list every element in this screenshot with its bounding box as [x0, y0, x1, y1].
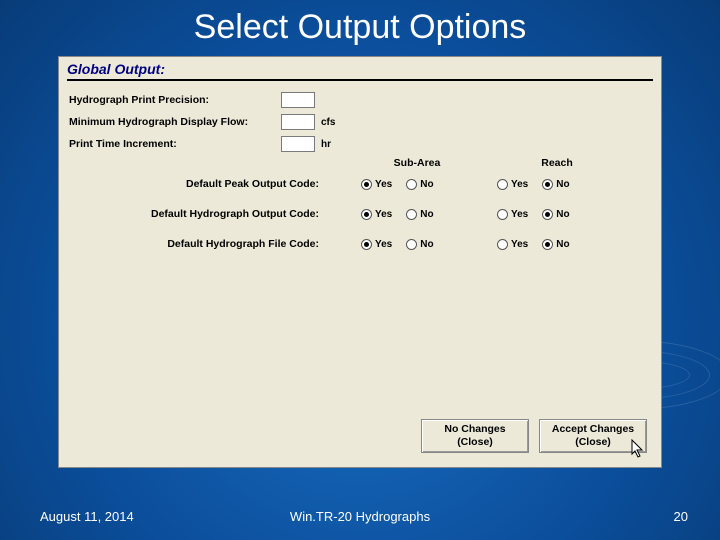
unit-time-inc: hr: [315, 139, 355, 150]
subarea-hydro-out-no[interactable]: No: [406, 209, 433, 220]
radio-icon: [542, 239, 553, 250]
input-min-flow[interactable]: [281, 114, 315, 130]
radio-icon: [406, 209, 417, 220]
reach-hydro-file-no[interactable]: No: [542, 239, 569, 250]
radio-icon: [361, 209, 372, 220]
subarea-hydro-out-yes[interactable]: Yes: [361, 209, 392, 220]
subarea-hydro-file-yes[interactable]: Yes: [361, 239, 392, 250]
row-peak-output-code: Default Peak Output Code: Yes No Yes No: [69, 169, 651, 199]
row-hydrograph-output-code: Default Hydrograph Output Code: Yes No Y…: [69, 199, 651, 229]
label-hydrograph-file-code: Default Hydrograph File Code:: [69, 238, 347, 250]
radio-icon: [406, 179, 417, 190]
radio-icon: [542, 179, 553, 190]
footer-page-number: 20: [674, 509, 688, 524]
label-peak-output-code: Default Peak Output Code:: [69, 178, 347, 190]
row-hydrograph-file-code: Default Hydrograph File Code: Yes No Yes…: [69, 229, 651, 259]
reach-hydro-out-group: Yes No: [487, 209, 627, 220]
subarea-hydro-out-group: Yes No: [347, 209, 487, 220]
label-min-flow: Minimum Hydrograph Display Flow:: [69, 116, 281, 128]
reach-hydro-file-yes[interactable]: Yes: [497, 239, 528, 250]
label-precision: Hydrograph Print Precision:: [69, 94, 281, 106]
page-title: Select Output Options: [0, 8, 720, 47]
reach-peak-no[interactable]: No: [542, 179, 569, 190]
row-min-flow: Minimum Hydrograph Display Flow: cfs: [69, 111, 651, 133]
section-title: Global Output:: [59, 57, 661, 79]
radio-icon: [497, 209, 508, 220]
footer-title: Win.TR-20 Hydrographs: [0, 509, 720, 524]
input-time-inc[interactable]: [281, 136, 315, 152]
unit-min-flow: cfs: [315, 117, 355, 128]
form-area: Hydrograph Print Precision: Minimum Hydr…: [59, 89, 661, 259]
no-changes-button[interactable]: No Changes (Close): [421, 419, 529, 453]
section-divider: [67, 79, 653, 81]
input-precision[interactable]: [281, 92, 315, 108]
radio-icon: [542, 209, 553, 220]
subarea-hydro-file-no[interactable]: No: [406, 239, 433, 250]
radio-icon: [361, 179, 372, 190]
label-hydrograph-output-code: Default Hydrograph Output Code:: [69, 208, 347, 220]
radio-icon: [497, 239, 508, 250]
slide-root: Select Output Options Global Output: Hyd…: [0, 0, 720, 540]
accept-changes-button[interactable]: Accept Changes (Close): [539, 419, 647, 453]
reach-peak-yes[interactable]: Yes: [497, 179, 528, 190]
column-headers: Sub-Area Reach: [69, 155, 651, 169]
label-time-inc: Print Time Increment:: [69, 138, 281, 150]
subarea-peak-no[interactable]: No: [406, 179, 433, 190]
dialog-button-bar: No Changes (Close) Accept Changes (Close…: [421, 419, 647, 453]
subarea-hydro-file-group: Yes No: [347, 239, 487, 250]
radio-icon: [497, 179, 508, 190]
subarea-peak-yes[interactable]: Yes: [361, 179, 392, 190]
reach-hydro-out-yes[interactable]: Yes: [497, 209, 528, 220]
reach-peak-group: Yes No: [487, 179, 627, 190]
global-output-dialog: Global Output: Hydrograph Print Precisio…: [58, 56, 662, 468]
subarea-peak-group: Yes No: [347, 179, 487, 190]
row-precision: Hydrograph Print Precision:: [69, 89, 651, 111]
header-reach: Reach: [487, 157, 627, 169]
radio-icon: [361, 239, 372, 250]
radio-icon: [406, 239, 417, 250]
row-time-inc: Print Time Increment: hr: [69, 133, 651, 155]
reach-hydro-out-no[interactable]: No: [542, 209, 569, 220]
header-sub-area: Sub-Area: [347, 157, 487, 169]
reach-hydro-file-group: Yes No: [487, 239, 627, 250]
